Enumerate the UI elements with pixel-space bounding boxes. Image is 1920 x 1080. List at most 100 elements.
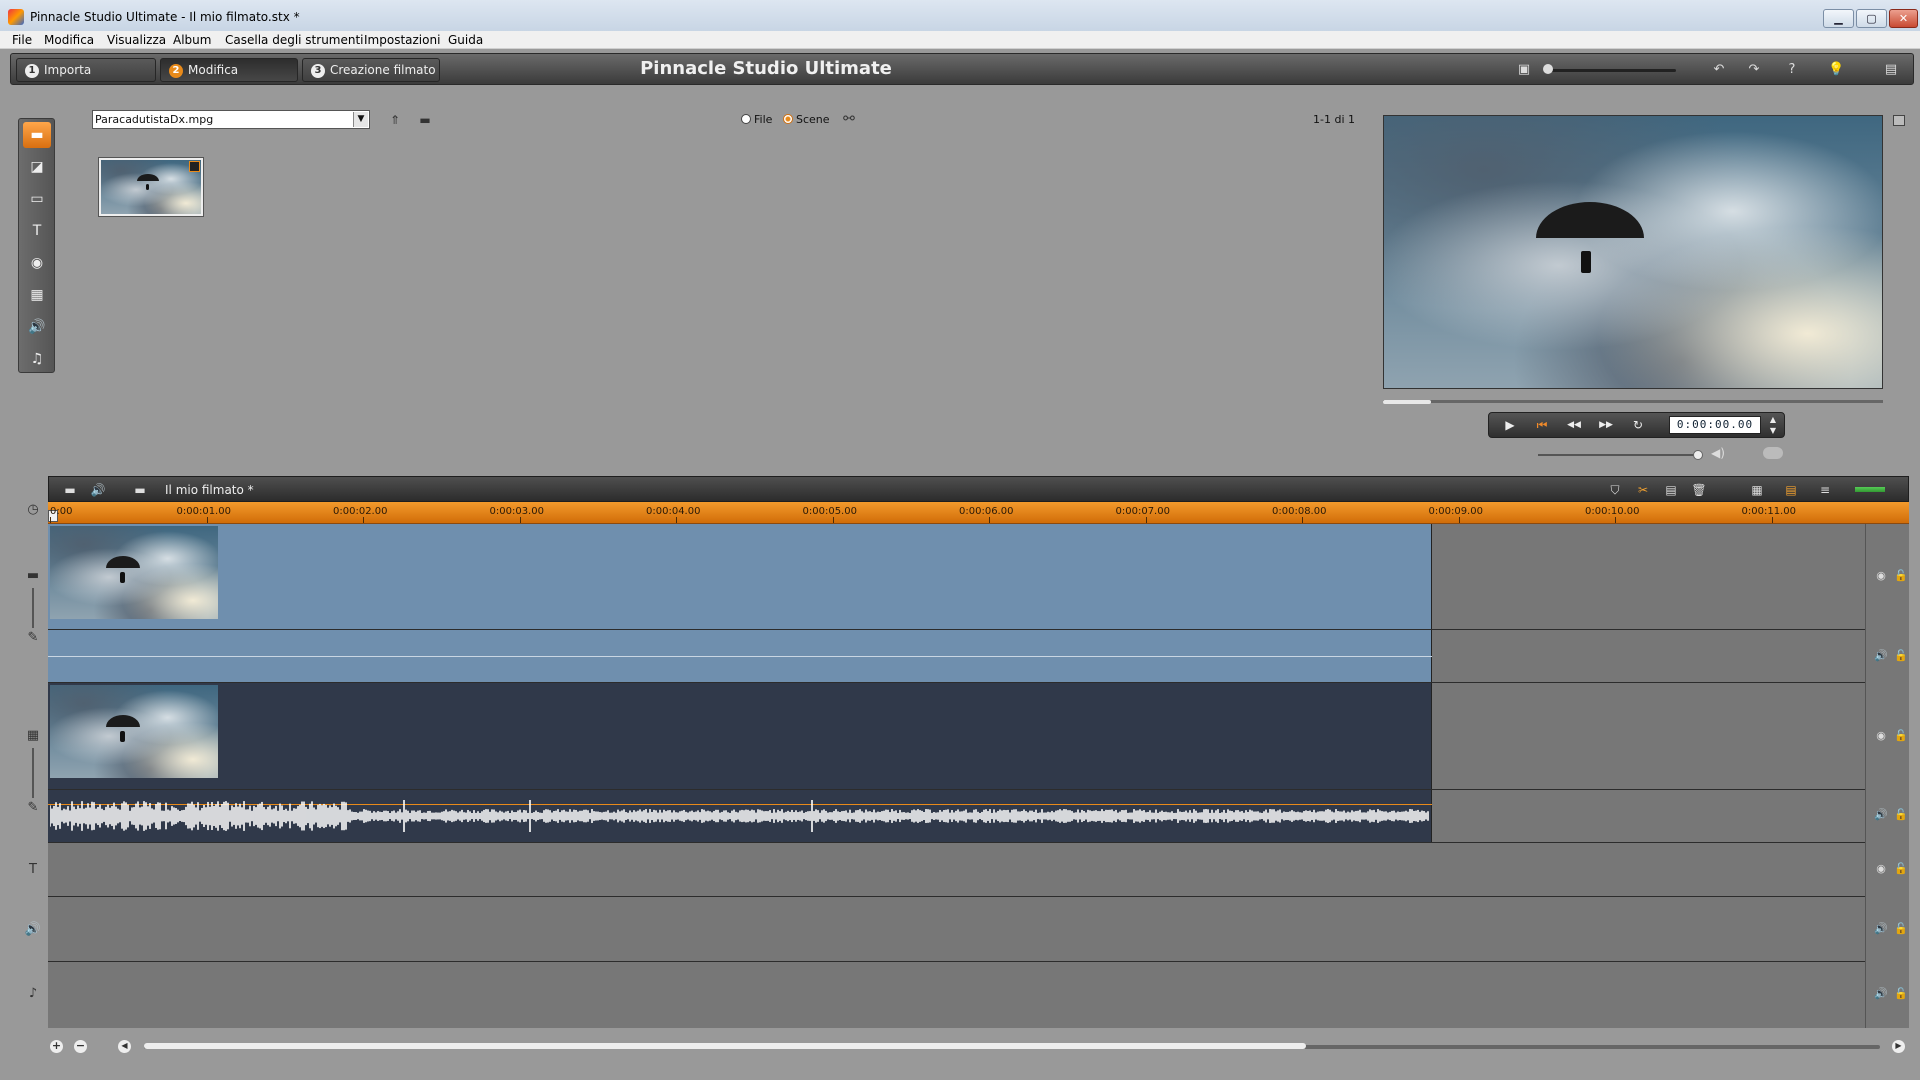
preview-scrubber-track[interactable]	[1383, 400, 1883, 403]
disc-icon[interactable]	[1762, 446, 1784, 460]
album-tab-sound-effects[interactable]: 🔊	[23, 314, 51, 340]
redo-icon[interactable]: ↷	[1746, 62, 1762, 78]
sound-track-icon[interactable]: 🔊	[24, 922, 42, 937]
lock-icon[interactable]: 🔓	[1894, 862, 1908, 875]
lock-icon[interactable]: 🔓	[1894, 987, 1908, 1000]
lock-icon[interactable]: 🔓	[1894, 808, 1908, 821]
overlay-track-icon[interactable]: ▦	[24, 728, 42, 743]
overlay-audio-clip[interactable]	[48, 790, 1432, 842]
preview-screen[interactable]	[1383, 115, 1883, 389]
zoom-out-icon[interactable]: −	[74, 1040, 87, 1053]
folder-icon[interactable]: ▬	[131, 482, 149, 498]
tab-modifica[interactable]: 2 Modifica	[160, 58, 298, 82]
menu-modifica[interactable]: Modifica	[44, 33, 94, 47]
spin-up-icon[interactable]: ▲	[1767, 414, 1779, 425]
radio-scene[interactable]	[783, 114, 793, 124]
step-back-icon[interactable]: ◀◀	[1563, 417, 1585, 433]
album-tab-transitions[interactable]: ◪	[23, 154, 51, 180]
menu-file[interactable]: File	[12, 33, 32, 47]
menu-visualizza[interactable]: Visualizza	[107, 33, 166, 47]
menu-casella-strumenti[interactable]: Casella degli strumenti	[225, 33, 364, 47]
sound-track-row[interactable]	[48, 897, 1865, 962]
album-scene-thumbnail[interactable]	[99, 158, 203, 216]
store-icon[interactable]: ▤	[1883, 62, 1899, 78]
spin-down-icon[interactable]: ▼	[1767, 425, 1779, 436]
text-view-icon[interactable]: ≡	[1816, 482, 1834, 498]
overlay-clip[interactable]	[48, 683, 1432, 789]
menu-impostazioni[interactable]: Impostazioni	[364, 33, 440, 47]
close-button[interactable]: ✕	[1889, 9, 1918, 28]
overlay-audio-track-row[interactable]	[48, 790, 1865, 843]
lock-icon[interactable]: 🔓	[1894, 649, 1908, 662]
play-icon[interactable]: ▶	[1499, 417, 1521, 433]
go-to-start-icon[interactable]: ⏮	[1531, 417, 1553, 433]
speaker-icon[interactable]: 🔊	[1874, 808, 1888, 821]
timeline-scrollbar-thumb[interactable]	[144, 1043, 1306, 1049]
step-forward-icon[interactable]: ▶▶	[1595, 417, 1617, 433]
folder-up-icon[interactable]: ⇑	[386, 112, 404, 128]
tip-lightbulb-icon[interactable]: 💡	[1828, 62, 1844, 78]
minimize-button[interactable]: ▁	[1823, 9, 1854, 28]
file-dropdown[interactable]: ParacadutistaDx.mpg ▼	[92, 110, 370, 129]
video-track-icon[interactable]: ▬	[24, 568, 42, 583]
eye-icon[interactable]: ◉	[1874, 862, 1888, 875]
tab-creazione-filmato[interactable]: 3 Creazione filmato	[302, 58, 440, 82]
video-clip[interactable]	[48, 524, 1432, 629]
album-tab-music[interactable]: ♫	[23, 346, 51, 372]
album-tab-photos[interactable]: ◉	[23, 250, 51, 276]
marker-icon[interactable]: ⛉	[1606, 482, 1624, 498]
audio-icon[interactable]: 🔊	[89, 482, 107, 498]
lock-icon[interactable]: 🔓	[1894, 729, 1908, 742]
split-clip-icon[interactable]: ▤	[1662, 482, 1680, 498]
timecode-field[interactable]: 0:00:00.00	[1669, 416, 1761, 434]
volume-slider-thumb[interactable]	[1693, 450, 1703, 460]
title-track-row[interactable]	[48, 843, 1865, 897]
video-track-row[interactable]	[48, 524, 1865, 630]
album-tab-themes[interactable]: ▭	[23, 186, 51, 212]
loop-icon[interactable]: ↻	[1627, 417, 1649, 433]
timecode-spinner[interactable]: ▲ ▼	[1767, 414, 1779, 436]
pen-icon[interactable]: ✎	[24, 630, 42, 645]
storyboard-view-icon[interactable]: ▦	[1748, 482, 1766, 498]
music-track-icon[interactable]: ♪	[24, 986, 42, 1001]
razor-icon[interactable]: ✂	[1634, 482, 1652, 498]
pen-icon[interactable]: ✎	[24, 800, 42, 815]
timeline-tracks[interactable]	[48, 524, 1865, 1028]
camera-icon[interactable]: ▬	[61, 482, 79, 498]
album-tab-disc-menus[interactable]: ▦	[23, 282, 51, 308]
menu-album[interactable]: Album	[173, 33, 211, 47]
music-track-row[interactable]	[48, 962, 1865, 1028]
radio-file[interactable]	[741, 114, 751, 124]
lock-icon[interactable]: 🔓	[1894, 922, 1908, 935]
zoom-slider-track[interactable]	[1546, 69, 1676, 72]
album-tab-titles[interactable]: T	[23, 218, 51, 244]
help-icon[interactable]: ?	[1784, 62, 1800, 78]
maximize-button[interactable]: ▢	[1856, 9, 1887, 28]
preview-scrubber-thumb[interactable]	[1383, 400, 1431, 404]
original-audio-clip[interactable]	[48, 630, 1432, 682]
volume-slider-track[interactable]	[1538, 454, 1700, 456]
overlay-track-row[interactable]	[48, 683, 1865, 790]
zoom-in-icon[interactable]: +	[50, 1040, 63, 1053]
timeline-view-icon[interactable]: ▤	[1782, 482, 1800, 498]
speaker-icon[interactable]: 🔊	[1874, 649, 1888, 662]
speaker-icon[interactable]: 🔊	[1874, 922, 1888, 935]
tab-importa[interactable]: 1 Importa	[16, 58, 156, 82]
trash-icon[interactable]: 🗑	[1690, 482, 1708, 498]
lock-icon[interactable]: 🔓	[1894, 569, 1908, 582]
eye-icon[interactable]: ◉	[1874, 569, 1888, 582]
speaker-icon[interactable]: ◀)	[1711, 446, 1725, 460]
timeline-ruler[interactable]: 0:00 0:00:01.00 0:00:02.00 0:00:03.00 0:00:0…	[48, 502, 1909, 524]
speaker-icon[interactable]: 🔊	[1874, 987, 1888, 1000]
original-audio-track-row[interactable]	[48, 630, 1865, 683]
view-comments-icon[interactable]: ⚯	[840, 111, 858, 127]
eye-icon[interactable]: ◉	[1874, 729, 1888, 742]
undo-icon[interactable]: ↶	[1711, 62, 1727, 78]
scroll-right-icon[interactable]: ▶	[1892, 1040, 1905, 1053]
detach-preview-icon[interactable]	[1893, 115, 1905, 126]
album-tab-video[interactable]: ▬	[23, 122, 51, 148]
chevron-down-icon[interactable]: ▼	[353, 112, 368, 127]
scroll-left-icon[interactable]: ◀	[118, 1040, 131, 1053]
zoom-slider-thumb[interactable]	[1543, 64, 1553, 74]
display-mode-icon[interactable]: ▣	[1516, 62, 1532, 78]
